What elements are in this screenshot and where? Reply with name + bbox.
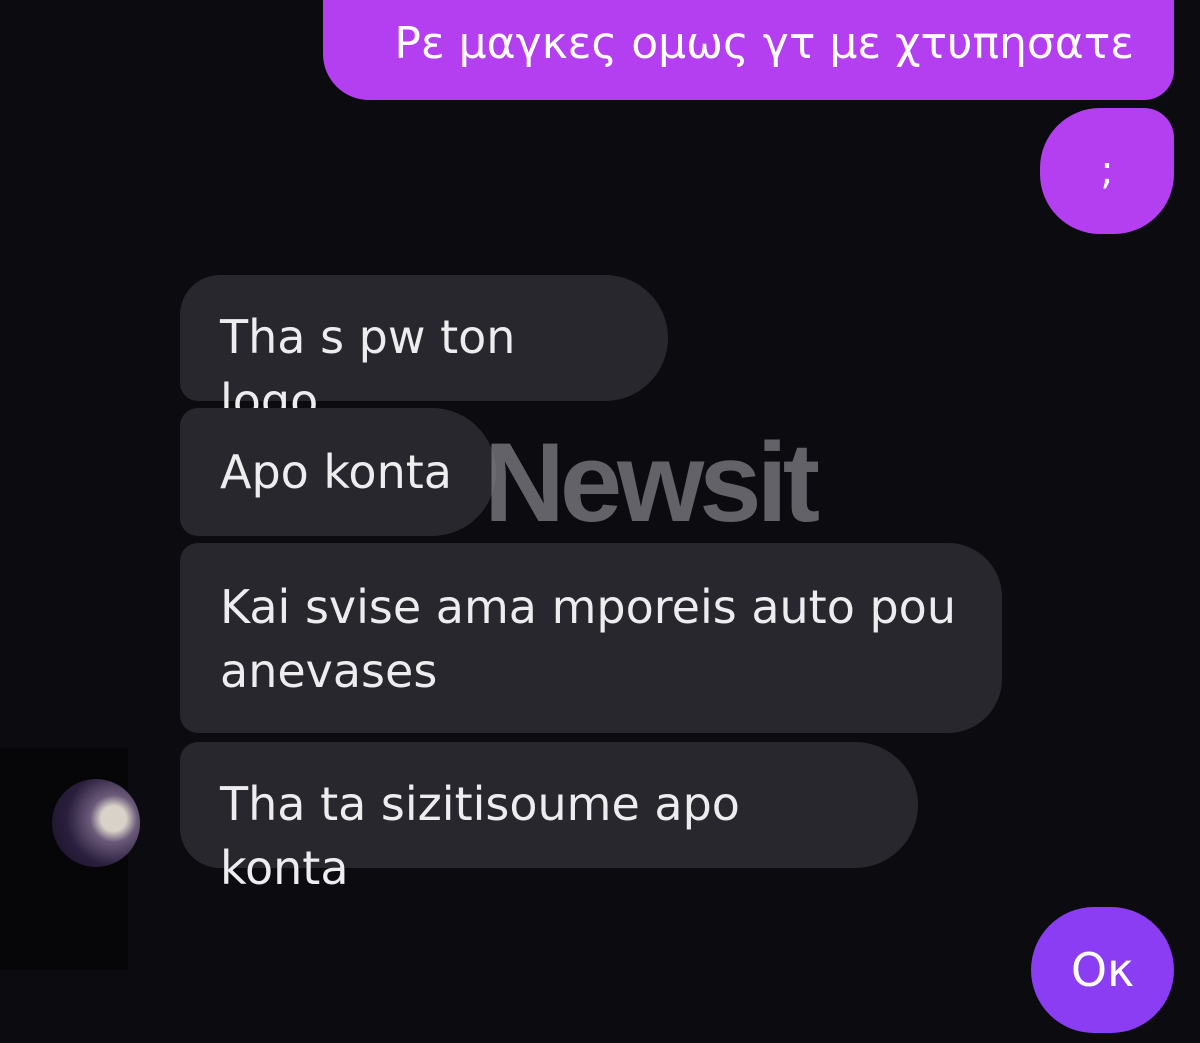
watermark-logo: Newsit xyxy=(484,420,820,545)
message-bubble-sent[interactable]: Oκ xyxy=(1031,907,1174,1033)
message-bubble-received[interactable]: Apo konta xyxy=(180,408,496,536)
message-bubble-sent[interactable]: ; xyxy=(1040,108,1174,234)
chat-screen: Ρε μαγκες ομως γτ με χτυπησατε ; Tha s p… xyxy=(0,0,1200,1043)
message-bubble-received[interactable]: Tha ta sizitisoume apo konta xyxy=(180,742,918,895)
message-bubble-received[interactable]: Tha s pw ton logo xyxy=(180,275,668,428)
contact-avatar-icon[interactable] xyxy=(52,779,140,867)
message-bubble-sent[interactable]: Ρε μαγκες ομως γτ με χτυπησατε xyxy=(323,0,1174,100)
message-bubble-received[interactable]: Kai svise ama mporeis auto pou anevases xyxy=(180,543,1002,733)
